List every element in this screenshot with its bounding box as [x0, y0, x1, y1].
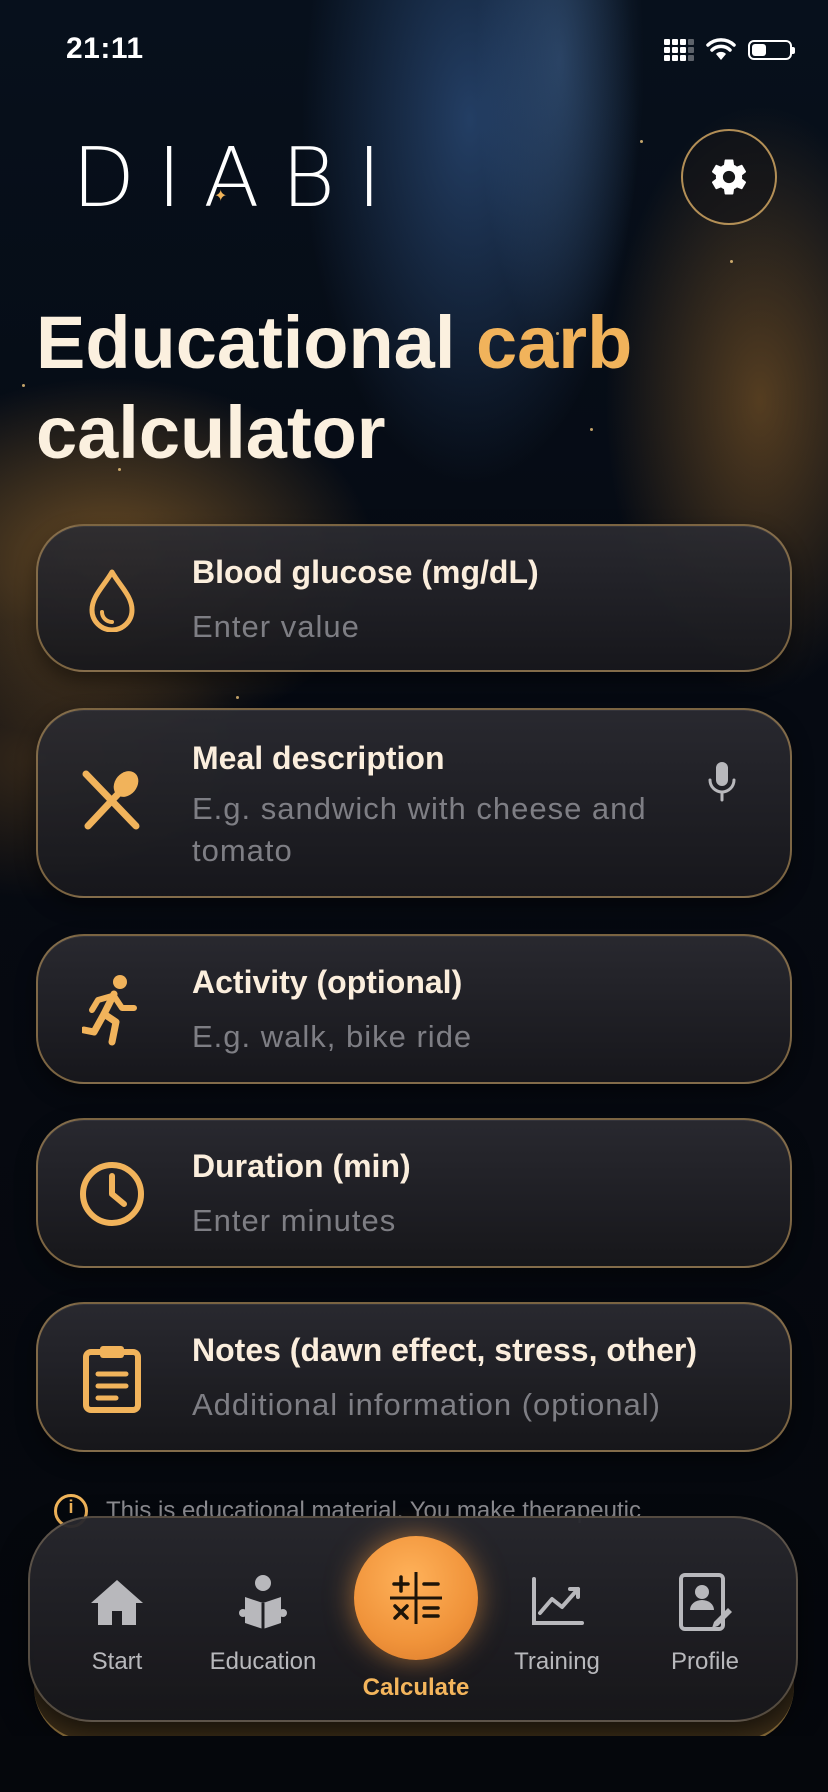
nav-education[interactable]: Education	[198, 1570, 328, 1676]
calculator-icon	[390, 1572, 442, 1624]
signal-icon	[664, 39, 694, 61]
duration-input[interactable]: Enter minutes	[192, 1200, 396, 1242]
home-icon	[52, 1570, 182, 1634]
title-accent: carb	[475, 301, 633, 384]
star-decoration	[22, 384, 25, 387]
notes-field[interactable]: Notes (dawn effect, stress, other) Addit…	[36, 1302, 792, 1452]
page-title: Educational carb calculator	[36, 298, 796, 478]
reading-person-icon	[198, 1570, 328, 1634]
clock-icon	[78, 1160, 146, 1228]
status-icons	[664, 38, 795, 62]
notes-input[interactable]: Additional information (optional)	[192, 1384, 661, 1426]
fork-spoon-icon	[78, 766, 146, 834]
nav-calculate-label[interactable]: Calculate	[330, 1674, 502, 1702]
star-decoration	[640, 140, 643, 143]
title-part1: Educational	[36, 301, 456, 384]
duration-field[interactable]: Duration (min) Enter minutes	[36, 1118, 792, 1268]
settings-button[interactable]	[681, 129, 777, 225]
status-bar: 21:11	[0, 30, 828, 70]
star-decoration	[236, 696, 239, 699]
calculate-button[interactable]	[354, 1536, 478, 1660]
star-decoration	[730, 260, 733, 263]
blood-glucose-field[interactable]: Blood glucose (mg/dL) Enter value	[36, 524, 792, 672]
nav-start-label: Start	[91, 1648, 143, 1675]
nav-training[interactable]: Training	[492, 1570, 622, 1676]
drop-icon	[78, 566, 146, 634]
nav-education-label: Education	[209, 1648, 317, 1675]
duration-label: Duration (min)	[192, 1148, 411, 1184]
line-chart-icon	[492, 1570, 622, 1634]
battery-icon	[748, 40, 795, 60]
activity-label: Activity (optional)	[192, 964, 463, 1000]
gear-icon	[711, 159, 747, 195]
meal-description-label: Meal description	[192, 740, 445, 776]
clipboard-icon	[78, 1344, 146, 1413]
profile-icon	[640, 1570, 770, 1634]
nav-profile[interactable]: Profile	[640, 1570, 770, 1676]
logo-star-icon: ✦	[214, 188, 228, 205]
notes-label: Notes (dawn effect, stress, other)	[192, 1332, 697, 1368]
nav-start[interactable]: Start	[52, 1570, 182, 1676]
blood-glucose-input[interactable]: Enter value	[192, 606, 360, 648]
bottom-nav: Start Education Calculate Training Profi…	[28, 1516, 798, 1722]
activity-input[interactable]: E.g. walk, bike ride	[192, 1016, 472, 1058]
meal-description-field[interactable]: Meal description E.g. sandwich with chee…	[36, 708, 792, 898]
meal-description-input[interactable]: E.g. sandwich with cheese and tomato	[192, 788, 692, 872]
title-part2: calculator	[36, 391, 386, 474]
app-logo: DIABI	[72, 131, 404, 226]
nav-training-label: Training	[514, 1648, 600, 1675]
running-icon	[78, 975, 146, 1046]
microphone-button[interactable]	[706, 760, 738, 809]
microphone-icon	[708, 762, 736, 802]
bottom-safe-area	[0, 1736, 828, 1792]
blood-glucose-label: Blood glucose (mg/dL)	[192, 554, 539, 590]
status-time: 21:11	[66, 32, 144, 65]
nav-profile-label: Profile	[670, 1648, 740, 1675]
wifi-icon	[706, 38, 736, 60]
activity-field[interactable]: Activity (optional) E.g. walk, bike ride	[36, 934, 792, 1084]
